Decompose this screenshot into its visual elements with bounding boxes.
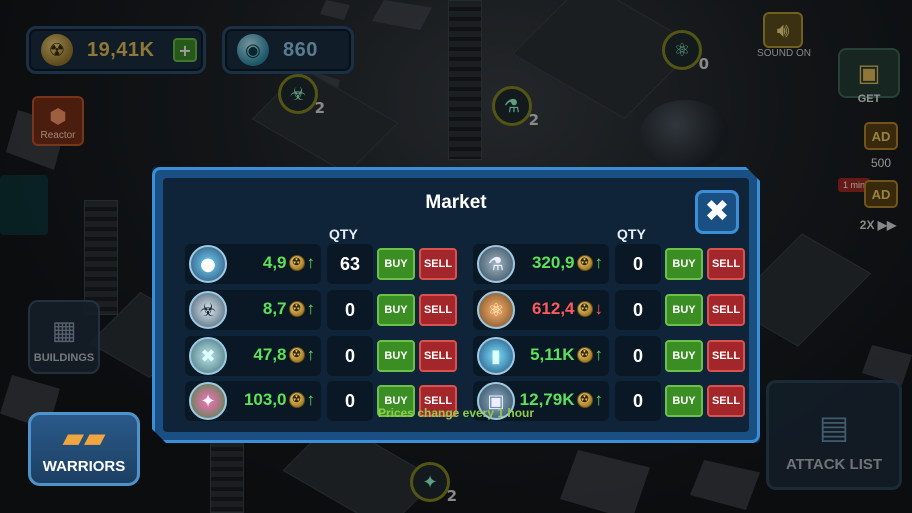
buy-button[interactable]: BUY xyxy=(665,248,703,280)
buy-button[interactable]: BUY xyxy=(377,294,415,326)
price-value: 5,11K xyxy=(530,345,575,364)
close-button[interactable]: ✖ xyxy=(695,190,739,234)
warriors-button[interactable]: ▰▰ WARRIORS xyxy=(28,412,140,486)
sell-button[interactable]: SELL xyxy=(707,340,745,372)
item-price-cell: ⚛ 612,4 ☢ ↓ xyxy=(473,290,609,330)
item-price-cell: ⚗ 320,9 ☢ ↑ xyxy=(473,244,609,284)
jar-icon: ⚗ xyxy=(477,245,515,283)
trend-up-icon: ↑ xyxy=(594,253,603,272)
item-price-cell: ☣ 8,7 ☢ ↑ xyxy=(185,290,321,330)
coin-icon: ☢ xyxy=(289,347,305,363)
coin-icon: ☢ xyxy=(577,301,593,317)
price-value: 4,9 xyxy=(262,253,287,272)
trend-up-icon: ↑ xyxy=(306,299,315,318)
tanks-icon: ▰▰ xyxy=(62,421,106,454)
item-qty: 63 xyxy=(327,244,373,284)
market-title: Market xyxy=(425,192,487,213)
sell-button[interactable]: SELL xyxy=(707,248,745,280)
market-dialog: Market ✖ QTY QTY ● 4,9 ☢ ↑ 63 BUY SELL ☣ 8… xyxy=(152,167,760,443)
price-value: 320,9 xyxy=(531,253,575,272)
item-price-cell: ▮ 5,11K ☢ ↑ xyxy=(473,336,609,376)
trend-up-icon: ↑ xyxy=(594,345,603,364)
buy-button[interactable]: BUY xyxy=(665,340,703,372)
coin-icon: ☢ xyxy=(577,347,593,363)
item-price: 5,11K ☢ ↑ xyxy=(530,345,603,365)
price-value: 47,8 xyxy=(253,345,287,364)
atom-icon: ⚛ xyxy=(477,291,515,329)
crystal-cube-icon: ✖ xyxy=(189,337,227,375)
orbs-icon: ● xyxy=(189,245,227,283)
sell-button[interactable]: SELL xyxy=(419,248,457,280)
item-price-cell: ● 4,9 ☢ ↑ xyxy=(185,244,321,284)
qty-header-right: QTY xyxy=(617,226,646,242)
coin-icon: ☢ xyxy=(289,301,305,317)
qty-header-left: QTY xyxy=(329,226,358,242)
item-qty: 0 xyxy=(615,290,661,330)
item-price: 612,4 ☢ ↓ xyxy=(532,299,603,319)
coin-icon: ☢ xyxy=(577,255,593,271)
trend-up-icon: ↑ xyxy=(306,345,315,364)
sell-button[interactable]: SELL xyxy=(707,294,745,326)
sell-button[interactable]: SELL xyxy=(419,294,457,326)
item-price: 320,9 ☢ ↑ xyxy=(532,253,603,273)
item-price-cell: ✖ 47,8 ☢ ↑ xyxy=(185,336,321,376)
biohazard-icon: ☣ xyxy=(189,291,227,329)
trend-down-icon: ↓ xyxy=(594,299,603,318)
item-price: 8,7 ☢ ↑ xyxy=(263,299,315,319)
item-qty: 0 xyxy=(327,336,373,376)
sell-button[interactable]: SELL xyxy=(419,340,457,372)
coin-icon: ☢ xyxy=(289,255,305,271)
buy-button[interactable]: BUY xyxy=(377,248,415,280)
price-value: 8,7 xyxy=(262,299,287,318)
buy-button[interactable]: BUY xyxy=(377,340,415,372)
price-refresh-note: Prices change every 1 hour xyxy=(377,406,535,420)
warriors-label: WARRIORS xyxy=(42,458,126,475)
close-icon: ✖ xyxy=(704,194,730,229)
price-value: 612,4 xyxy=(531,299,575,318)
item-qty: 0 xyxy=(327,290,373,330)
buy-button[interactable]: BUY xyxy=(665,294,703,326)
energy-cell-icon: ▮ xyxy=(477,337,515,375)
item-qty: 0 xyxy=(615,244,661,284)
item-price: 4,9 ☢ ↑ xyxy=(263,253,315,273)
trend-up-icon: ↑ xyxy=(306,253,315,272)
item-qty: 0 xyxy=(615,336,661,376)
item-price: 47,8 ☢ ↑ xyxy=(253,345,315,365)
market-body: Market ✖ QTY QTY ● 4,9 ☢ ↑ 63 BUY SELL ☣ 8… xyxy=(163,178,749,432)
